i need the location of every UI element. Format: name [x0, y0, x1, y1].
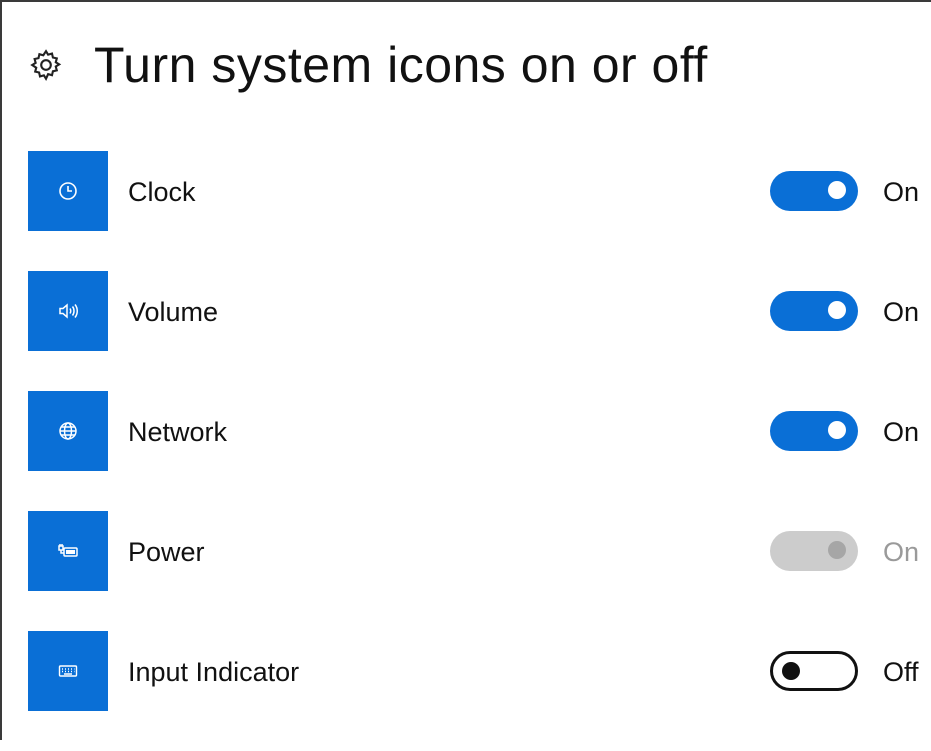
- power-toggle: [770, 531, 858, 571]
- volume-state: On: [883, 297, 920, 327]
- system-icons-list: Clock On Volume On Network On Power On I…: [28, 151, 931, 751]
- network-state: On: [883, 417, 920, 447]
- toggle-knob: [828, 301, 846, 319]
- toggle-knob: [828, 181, 846, 199]
- volume-toggle[interactable]: [770, 291, 858, 331]
- power-battery-icon: [58, 544, 78, 557]
- input-indicator-tile: [28, 631, 108, 711]
- keyboard-icon: [58, 665, 78, 677]
- input-indicator-label: Input Indicator: [128, 657, 300, 687]
- clock-label: Clock: [128, 177, 196, 207]
- clock-state: On: [883, 177, 920, 207]
- clock-toggle[interactable]: [770, 171, 858, 211]
- volume-label: Volume: [128, 297, 219, 327]
- toggle-knob: [828, 421, 846, 439]
- list-item-volume: Volume On: [28, 271, 931, 351]
- volume-tile: [28, 271, 108, 351]
- list-item-input-indicator: Input Indicator Off: [28, 631, 931, 711]
- network-globe-icon: [59, 422, 77, 440]
- list-item-clock: Clock On: [28, 151, 931, 231]
- list-item-power: Power On: [28, 511, 931, 591]
- list-item-network: Network On: [28, 391, 931, 471]
- clock-icon: [59, 182, 77, 200]
- network-toggle[interactable]: [770, 411, 858, 451]
- toggle-knob: [782, 662, 800, 680]
- clock-tile: [28, 151, 108, 231]
- power-tile: [28, 511, 108, 591]
- gear-icon: [30, 49, 62, 82]
- toggle-knob: [828, 541, 846, 559]
- volume-icon: [59, 303, 78, 319]
- input-indicator-state: Off: [883, 657, 919, 687]
- power-label: Power: [128, 537, 205, 567]
- power-state: On: [883, 537, 920, 567]
- input-indicator-toggle[interactable]: [770, 651, 858, 691]
- page-header: Turn system icons on or off: [28, 30, 708, 100]
- network-label: Network: [128, 417, 228, 447]
- network-tile: [28, 391, 108, 471]
- page-title: Turn system icons on or off: [94, 37, 708, 93]
